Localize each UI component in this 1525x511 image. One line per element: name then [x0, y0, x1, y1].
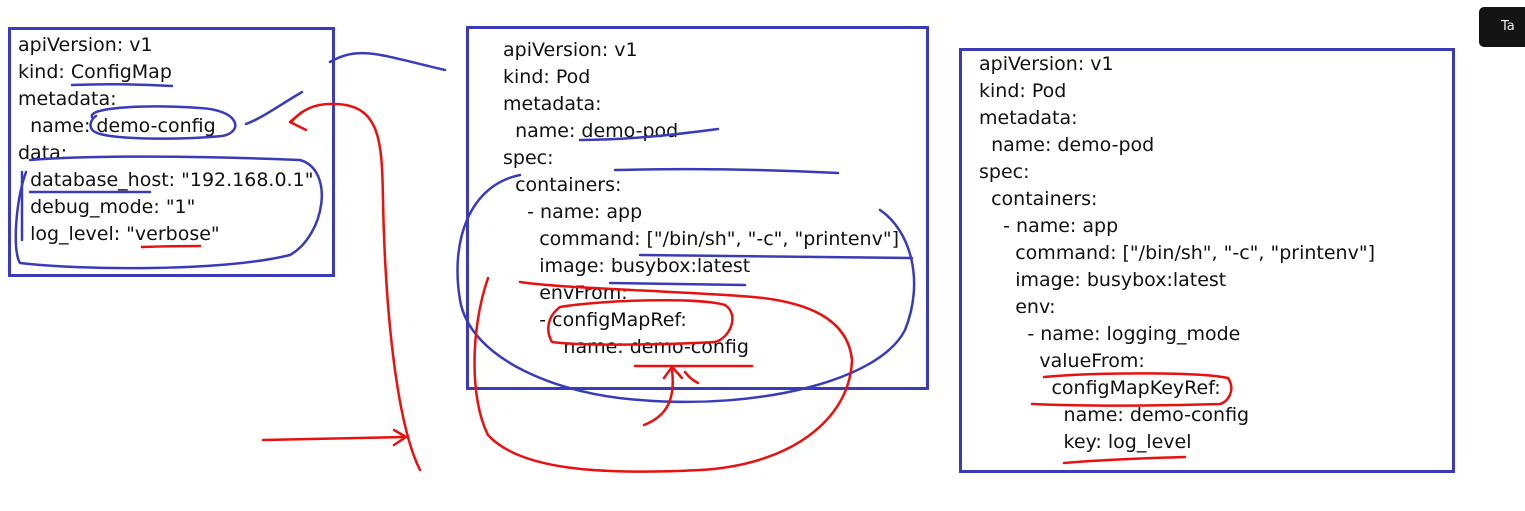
squiggle-connector-top — [328, 51, 447, 72]
pod-env-line-13: configMapKeyRef: — [979, 377, 1221, 399]
arrowhead-left — [392, 428, 408, 447]
pod-envfrom-line-12: name: demo-config — [503, 336, 749, 358]
pod-envfrom-line-9: image: busybox:latest — [503, 255, 751, 277]
configmap-line-6: database_host: "192.168.0.1" — [18, 169, 314, 191]
configmap-line-3: metadata: — [18, 88, 117, 110]
configmap-line-5: data: — [18, 142, 68, 164]
pod-env-line-4: name: demo-pod — [979, 134, 1155, 156]
pod-env-line-2: kind: Pod — [979, 80, 1067, 102]
pod-env-line-3: metadata: — [979, 107, 1078, 129]
pod-envfrom-line-11: - configMapRef: — [503, 309, 687, 331]
pod-env-line-14: name: demo-config — [979, 404, 1250, 426]
pod-env-line-9: image: busybox:latest — [979, 269, 1227, 291]
pod-env-line-15: key: log_level — [979, 431, 1192, 453]
pod-env-line-11: - name: logging_mode — [979, 323, 1241, 345]
pod-envfrom-line-8: command: ["/bin/sh", "-c", "printenv"] — [503, 228, 899, 250]
pod-env-line-10: env: — [979, 296, 1056, 318]
pod-envfrom-line-3: metadata: — [503, 93, 602, 115]
corner-tab-label: Ta — [1501, 19, 1515, 34]
arrow-shaft-left — [261, 435, 407, 442]
pod-env-line-1: apiVersion: v1 — [979, 53, 1114, 75]
configmap-line-7: debug_mode: "1" — [18, 196, 196, 218]
configmap-line-1: apiVersion: v1 — [18, 34, 153, 56]
pod-envfrom-line-1: apiVersion: v1 — [503, 39, 638, 61]
configmap-line-2: kind: ConfigMap — [18, 61, 172, 83]
pod-envfrom-line-10: envFrom: — [503, 282, 628, 304]
corner-tab-button[interactable]: Ta — [1479, 7, 1525, 47]
pod-envfrom-line-2: kind: Pod — [503, 66, 591, 88]
configmap-line-4: name: demo-config — [18, 115, 216, 137]
pod-envfrom-line-5: spec: — [503, 147, 554, 169]
pod-envfrom-line-6: containers: — [503, 174, 622, 196]
configmap-line-8: log_level: "verbose" — [18, 223, 220, 245]
pod-env-line-7: - name: app — [979, 215, 1119, 237]
pod-envfrom-line-7: - name: app — [503, 201, 643, 223]
pod-env-line-12: valueFrom: — [979, 350, 1145, 372]
pod-env-line-6: containers: — [979, 188, 1098, 210]
pod-env-line-5: spec: — [979, 161, 1030, 183]
pod-envfrom-line-4: name: demo-pod — [503, 120, 679, 142]
pod-env-line-8: command: ["/bin/sh", "-c", "printenv"] — [979, 242, 1375, 264]
